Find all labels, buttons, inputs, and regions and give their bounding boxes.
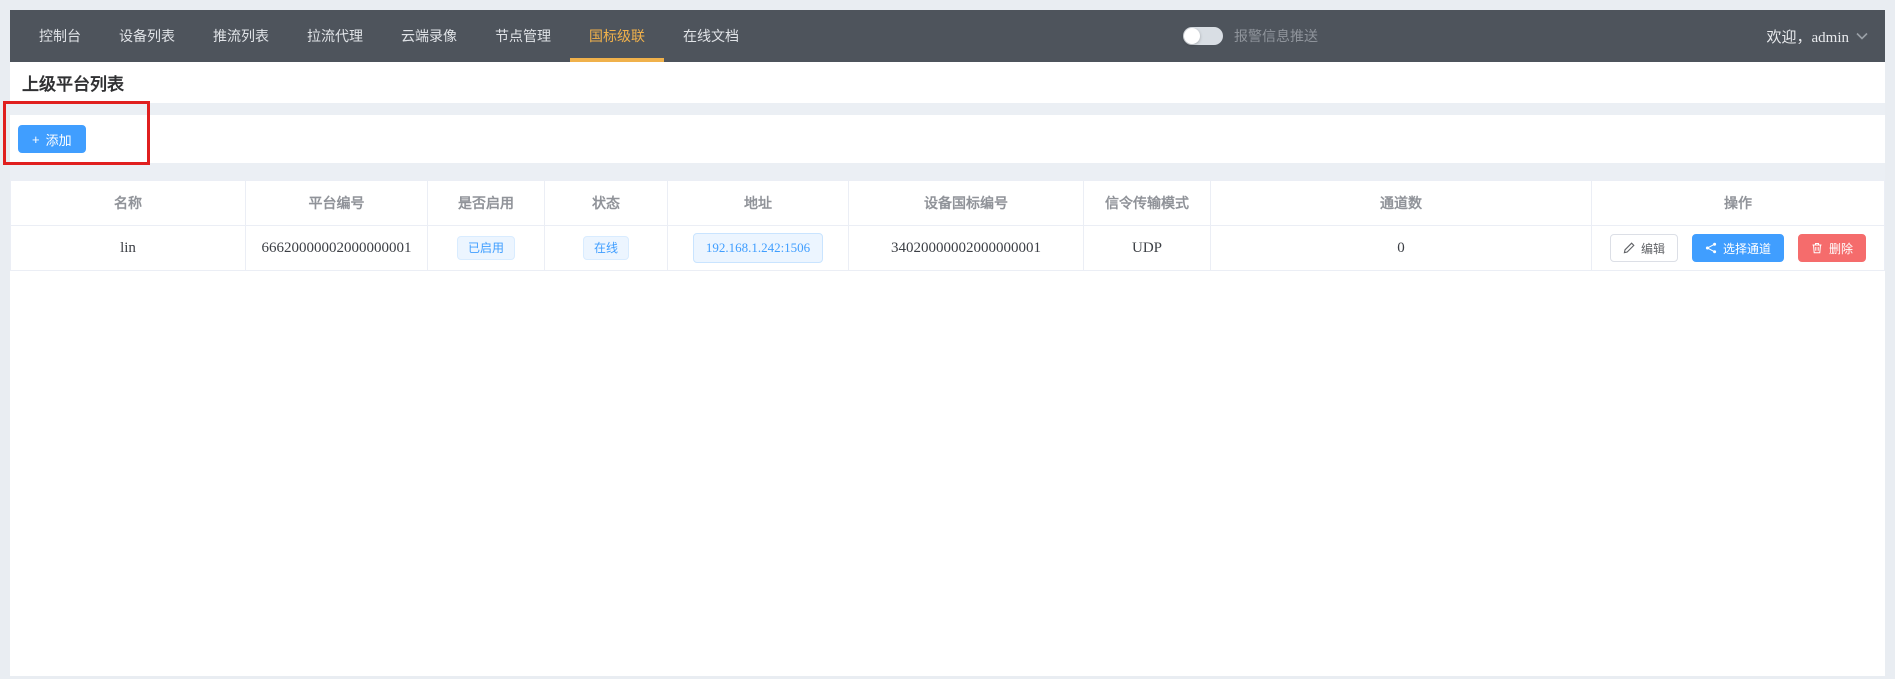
plus-icon: + [32,132,40,147]
divider [10,103,1885,115]
alarm-push-toggle[interactable] [1183,27,1223,45]
table-row: lin 66620000002000000001 已启用 在线 192.168.… [10,226,1885,271]
col-header-status: 状态 [545,181,668,225]
select-channel-button[interactable]: 选择通道 [1692,234,1784,262]
tab-node-management[interactable]: 节点管理 [476,10,570,62]
alarm-push-group: 报警信息推送 [1183,10,1318,62]
status-badge: 在线 [583,236,629,260]
select-channel-button-label: 选择通道 [1723,240,1771,257]
page-header: 上级平台列表 [10,62,1885,103]
col-header-platform-id: 平台编号 [246,181,428,225]
content-card: 控制台 设备列表 推流列表 拉流代理 云端录像 节点管理 国标级联 在线文档 报… [10,10,1885,676]
col-header-signal-mode: 信令传输模式 [1084,181,1211,225]
top-nav: 控制台 设备列表 推流列表 拉流代理 云端录像 节点管理 国标级联 在线文档 报… [10,10,1885,62]
pen-icon [1623,242,1635,254]
edit-button-label: 编辑 [1641,240,1665,257]
tab-console[interactable]: 控制台 [20,10,100,62]
delete-button-label: 删除 [1829,240,1853,257]
col-header-name: 名称 [10,181,246,225]
tab-gb-cascade-label: 国标级联 [589,28,645,44]
col-header-actions: 操作 [1592,181,1885,225]
cell-actions: 编辑 选择通道 删除 [1592,226,1885,270]
cell-platform-id: 66620000002000000001 [246,226,428,270]
chevron-down-icon [1856,32,1868,40]
cell-status: 在线 [545,226,668,270]
cell-device-gb-id: 34020000002000000001 [849,226,1084,270]
enabled-badge: 已启用 [457,236,515,260]
cell-name: lin [10,226,246,270]
table-header-row: 名称 平台编号 是否启用 状态 地址 设备国标编号 信令传输模式 通道数 操作 [10,181,1885,226]
tab-pull-stream-proxy[interactable]: 拉流代理 [288,10,382,62]
user-menu[interactable]: 欢迎，admin [1767,10,1869,62]
divider [10,163,1885,180]
address-tag: 192.168.1.242:1506 [693,233,823,263]
cell-channel-count: 0 [1211,226,1592,270]
delete-button[interactable]: 删除 [1798,234,1866,262]
add-button[interactable]: + 添加 [18,125,86,153]
tab-gb-cascade[interactable]: 国标级联 [570,10,664,62]
tab-online-docs[interactable]: 在线文档 [664,10,758,62]
add-button-label: 添加 [46,130,72,149]
col-header-enabled: 是否启用 [428,181,545,225]
share-icon [1705,242,1717,254]
edit-button[interactable]: 编辑 [1610,234,1678,262]
page-title: 上级平台列表 [22,70,124,95]
cell-address: 192.168.1.242:1506 [668,226,849,270]
tab-device-list[interactable]: 设备列表 [100,10,194,62]
col-header-device-gb-id: 设备国标编号 [849,181,1084,225]
col-header-address: 地址 [668,181,849,225]
tab-push-stream-list[interactable]: 推流列表 [194,10,288,62]
platform-table: 名称 平台编号 是否启用 状态 地址 设备国标编号 信令传输模式 通道数 操作 … [10,180,1885,271]
page: 控制台 设备列表 推流列表 拉流代理 云端录像 节点管理 国标级联 在线文档 报… [0,0,1895,679]
active-tab-underline [570,58,664,62]
cell-enabled: 已启用 [428,226,545,270]
cell-signal-mode: UDP [1084,226,1211,270]
toggle-knob-icon [1184,28,1200,44]
alarm-push-label: 报警信息推送 [1234,26,1318,46]
trash-icon [1811,242,1823,254]
col-header-channel-count: 通道数 [1211,181,1592,225]
row-actions: 编辑 选择通道 删除 [1610,234,1866,262]
welcome-text: 欢迎，admin [1767,26,1850,47]
tab-cloud-recording[interactable]: 云端录像 [382,10,476,62]
toolbar: + 添加 [10,115,1885,163]
